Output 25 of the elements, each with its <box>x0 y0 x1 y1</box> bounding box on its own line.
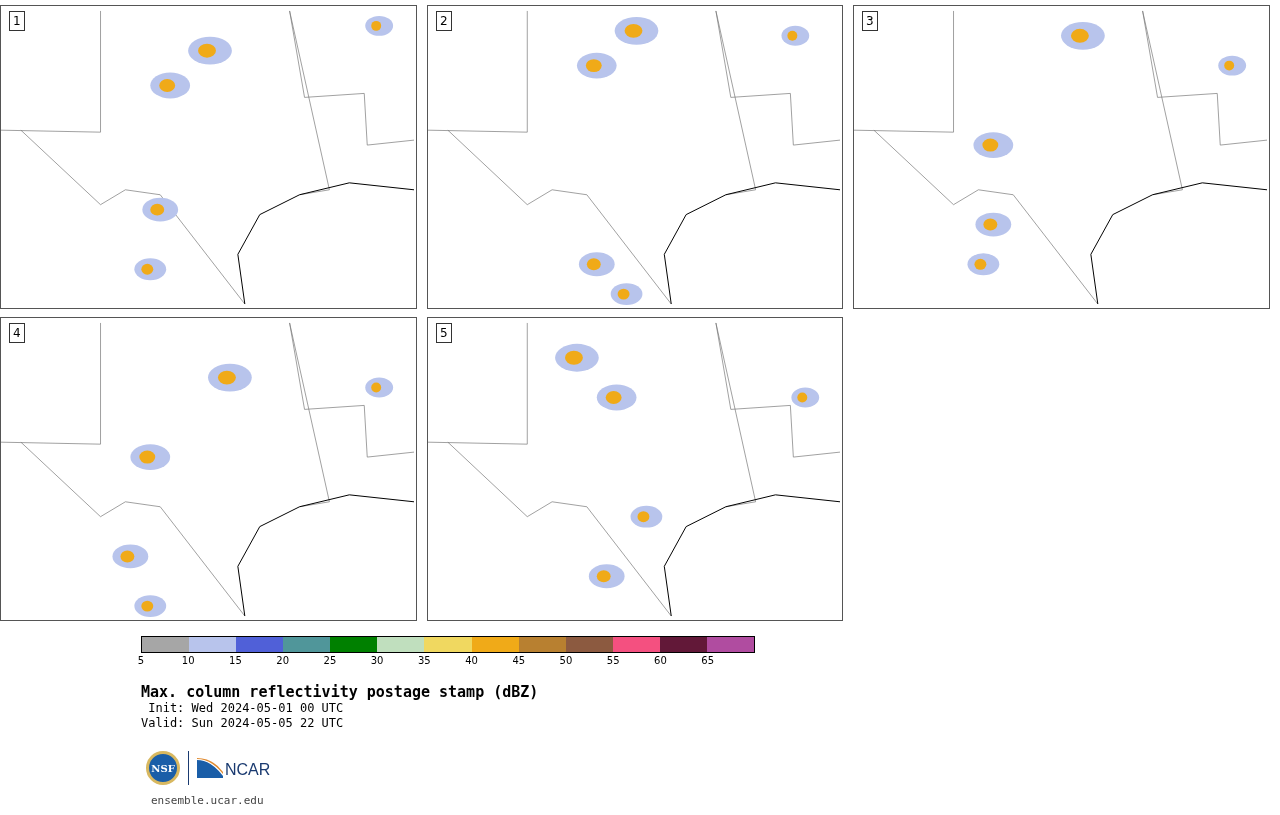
tick-label: 30 <box>370 655 384 667</box>
tick-label: 10 <box>181 655 195 667</box>
swoosh-icon <box>197 758 223 778</box>
tick-label: 40 <box>465 655 478 667</box>
tick-label: 60 <box>654 655 667 667</box>
ncar-logo: NCAR <box>197 758 271 778</box>
panel-number: 4 <box>9 323 25 343</box>
tick-label: 50 <box>559 655 573 667</box>
panel-number: 1 <box>9 11 25 31</box>
tick-label: 45 <box>512 655 526 667</box>
tick-label: 15 <box>229 655 242 667</box>
valid-time: Valid: Sun 2024-05-05 22 UTC <box>141 716 345 731</box>
panel-number: 3 <box>862 11 878 31</box>
nsf-logo: NSF <box>146 751 180 785</box>
tick-label: 55 <box>606 655 620 667</box>
tick-label: 20 <box>276 655 290 667</box>
tick-label: 65 <box>701 655 714 667</box>
website-url: ensemble.ucar.edu <box>151 793 265 809</box>
chart-title: Max. column reflectivity postage stamp (dBZ) <box>141 683 540 701</box>
tick-label: 35 <box>417 655 431 667</box>
panel-number: 5 <box>436 323 452 343</box>
init-time: Init: Wed 2024-05-01 00 UTC <box>147 701 345 716</box>
tick-label: 5 <box>137 655 145 667</box>
tick-label: 25 <box>323 655 337 667</box>
panel-number: 2 <box>436 11 452 31</box>
